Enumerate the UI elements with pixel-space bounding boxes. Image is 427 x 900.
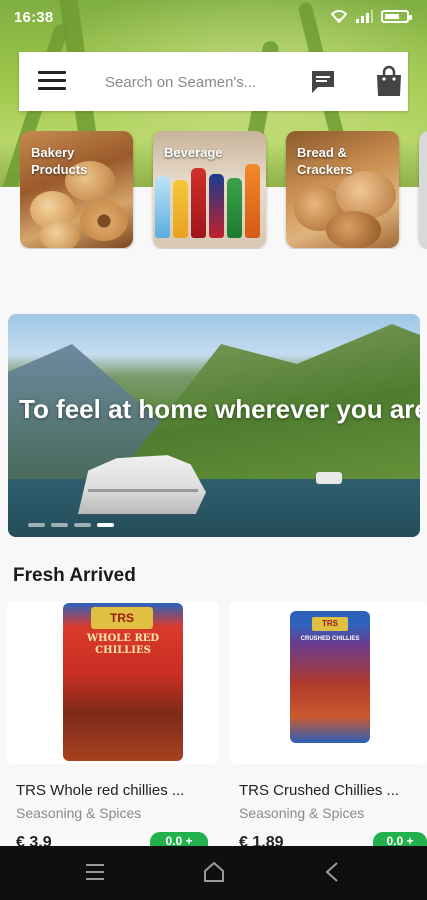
- pack-brand: TRS: [91, 607, 153, 629]
- category-next-partial[interactable]: [419, 131, 427, 248]
- search-header: [19, 52, 408, 111]
- category-carousel: Bakery Products Beverage Bread & Cracker…: [20, 131, 427, 249]
- status-icons: [331, 10, 412, 23]
- banner-dot[interactable]: [74, 523, 91, 527]
- signal-icon: [356, 10, 373, 23]
- hamburger-menu-button[interactable]: [38, 71, 66, 93]
- section-title: Fresh Arrived: [13, 565, 136, 586]
- status-time: 16:38: [14, 9, 54, 26]
- banner-dot[interactable]: [28, 523, 45, 527]
- category-label: Bakery Products: [31, 145, 88, 177]
- product-image: TRS WHOLE RED CHILLIES: [63, 603, 183, 761]
- banner-pagination: [28, 523, 114, 527]
- category-bakery-products[interactable]: Bakery Products: [20, 131, 133, 248]
- category-beverage[interactable]: Beverage: [153, 131, 266, 248]
- banner-dot-active[interactable]: [97, 523, 114, 527]
- add-to-cart-button[interactable]: 0.0 +: [373, 832, 427, 846]
- battery-icon: [381, 10, 412, 23]
- home-icon[interactable]: [203, 861, 225, 883]
- shopping-bag-icon[interactable]: [374, 65, 404, 97]
- promo-banner[interactable]: To feel at home wherever you are!: [8, 314, 420, 537]
- pack-brand: TRS: [312, 617, 348, 631]
- recent-apps-icon[interactable]: [86, 864, 104, 880]
- product-category: Seasoning & Spices: [16, 805, 142, 821]
- wifi-icon: [331, 10, 347, 23]
- category-bread-and-crackers[interactable]: Bread & Crackers: [286, 131, 399, 248]
- status-bar: 16:38: [0, 0, 427, 34]
- hamburger-icon: [38, 71, 66, 74]
- product-category: Seasoning & Spices: [239, 805, 365, 821]
- product-image: TRS CRUSHED CHILLIES: [290, 611, 370, 743]
- add-to-cart-button[interactable]: 0.0 +: [150, 832, 208, 846]
- pack-name: WHOLE RED CHILLIES: [86, 633, 160, 656]
- search-input[interactable]: [105, 66, 295, 98]
- category-label: Bread & Crackers: [297, 145, 353, 177]
- message-icon[interactable]: [309, 68, 337, 96]
- banner-text: To feel at home wherever you are!: [19, 394, 420, 424]
- product-name[interactable]: TRS Crushed Chillies ...: [239, 782, 427, 799]
- pack-name: CRUSHED CHILLIES: [300, 636, 360, 642]
- banner-dot[interactable]: [51, 523, 68, 527]
- system-navigation-bar: [0, 846, 427, 900]
- back-icon[interactable]: [322, 861, 342, 883]
- category-label: Beverage: [164, 145, 223, 160]
- product-card[interactable]: TRS WHOLE RED CHILLIES: [7, 602, 219, 764]
- product-card[interactable]: TRS CRUSHED CHILLIES: [229, 602, 427, 764]
- product-name[interactable]: TRS Whole red chillies ...: [16, 782, 212, 799]
